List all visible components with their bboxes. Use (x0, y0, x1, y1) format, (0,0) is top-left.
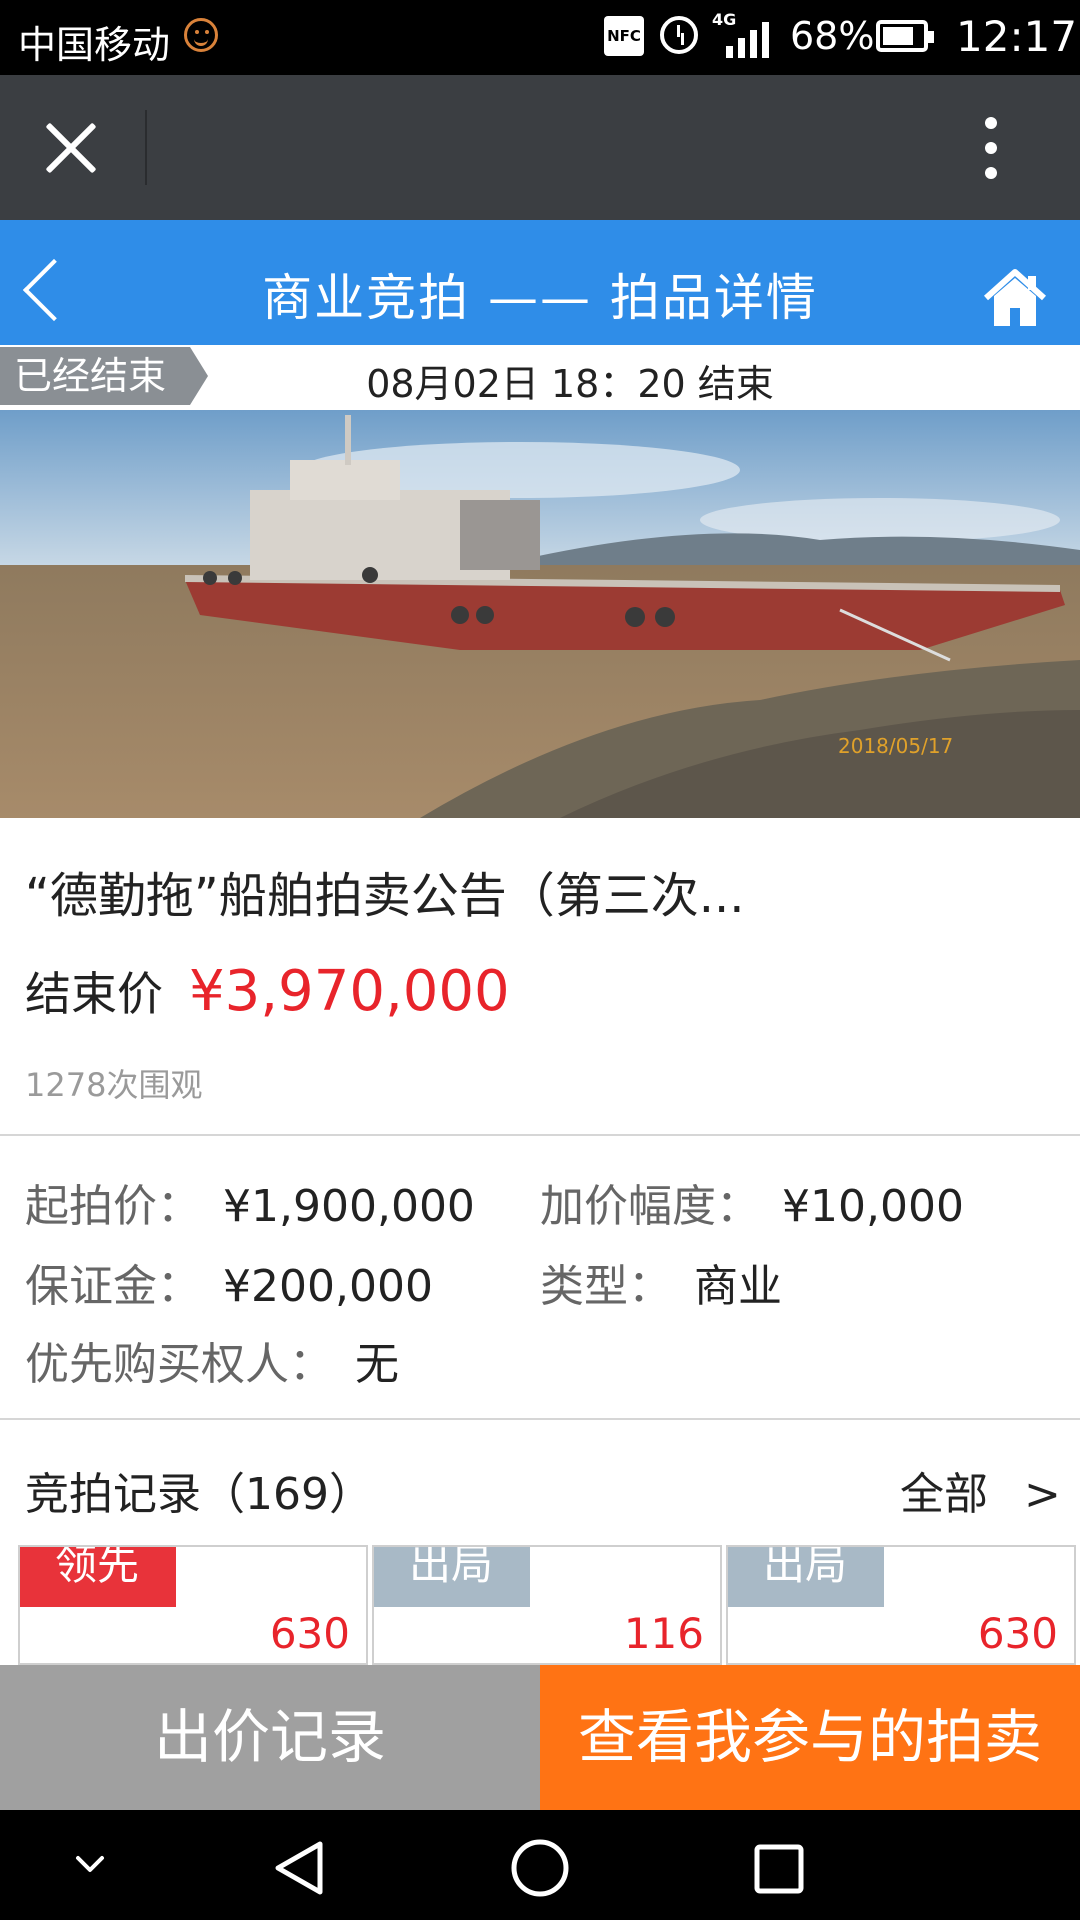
page-title: 商业竞拍 —— 拍品详情 (262, 269, 818, 327)
recents-nav-icon[interactable] (754, 1844, 804, 1894)
type-value: 商业 (694, 1261, 782, 1312)
bid-status-badge: 出局 (374, 1547, 530, 1607)
browser-toolbar (0, 75, 1080, 220)
clock: 12:17 (956, 12, 1078, 61)
divider (0, 1418, 1080, 1420)
item-photo[interactable]: 2018/05/17 (0, 410, 1080, 818)
start-price-label: 起拍价： (25, 1181, 201, 1232)
view-all-link[interactable]: 全部 > (900, 1458, 1061, 1522)
page-header: 商业竞拍 —— 拍品详情 (0, 220, 1080, 345)
battery-icon (876, 20, 934, 52)
system-nav-bar (0, 1810, 1080, 1920)
signal-icon (716, 20, 774, 58)
deposit: 保证金： ¥200,000 (25, 1250, 433, 1314)
bid-record-card[interactable]: 出局 630 (726, 1545, 1076, 1665)
deposit-value: ¥200,000 (223, 1261, 433, 1312)
bid-status-badge: 出局 (728, 1547, 884, 1607)
bidder-number: 116 (623, 1609, 704, 1658)
smiley-icon (184, 18, 218, 52)
more-menu-icon[interactable] (985, 117, 997, 179)
photo-date-stamp: 2018/05/17 (838, 734, 953, 758)
end-time: 08月02日 18：20 结束 (366, 362, 774, 406)
auction-type: 类型： 商业 (540, 1250, 782, 1314)
bid-record-card[interactable]: 出局 116 (372, 1545, 722, 1665)
priority-value: 无 (355, 1339, 399, 1390)
bid-history-button[interactable]: 出价记录 (0, 1665, 540, 1810)
final-price: ¥3,970,000 (189, 958, 510, 1024)
status-bar: 中国移动 NFC 4G 68% 12:17 (0, 0, 1080, 75)
carrier-name: 中国移动 (18, 23, 171, 67)
deposit-label: 保证金： (25, 1261, 201, 1312)
nfc-icon: NFC (604, 16, 644, 56)
back-nav-icon[interactable] (275, 1841, 323, 1895)
my-auctions-button[interactable]: 查看我参与的拍卖 (540, 1665, 1080, 1810)
home-icon[interactable] (982, 268, 1048, 328)
bid-increment: 加价幅度： ¥10,000 (540, 1170, 964, 1234)
price-label: 结束价 (25, 967, 163, 1021)
bid-records-title: 竞拍记录（169） (25, 1469, 373, 1520)
type-label: 类型： (540, 1261, 672, 1312)
auction-status-row: 已经结束 08月02日 18：20 结束 (0, 345, 1080, 410)
item-title: “德勤拖”船舶拍卖公告（第三次... (25, 868, 745, 924)
increment-label: 加价幅度： (540, 1181, 760, 1232)
bidder-number: 630 (977, 1609, 1058, 1658)
view-all-label: 全部 (900, 1469, 988, 1520)
divider (0, 1134, 1080, 1136)
start-price: 起拍价： ¥1,900,000 (25, 1170, 475, 1234)
increment-value: ¥10,000 (782, 1181, 964, 1232)
toolbar-divider (145, 110, 147, 185)
bid-record-card[interactable]: 领先 630 (18, 1545, 368, 1665)
home-nav-icon[interactable] (511, 1839, 569, 1897)
hide-keyboard-icon[interactable] (76, 1856, 104, 1872)
final-price-row: 结束价 ¥3,970,000 (25, 958, 510, 1024)
priority-label: 优先购买权人： (25, 1339, 333, 1390)
bidder-number: 630 (269, 1609, 350, 1658)
priority-buyer: 优先购买权人： 无 (25, 1328, 399, 1392)
alarm-icon (660, 16, 698, 54)
close-icon[interactable] (40, 117, 102, 179)
bid-status-badge: 领先 (20, 1547, 176, 1607)
view-count: 1278次围观 (25, 1066, 203, 1104)
start-price-value: ¥1,900,000 (223, 1181, 475, 1232)
battery-percent: 68% (790, 14, 875, 58)
chevron-right-icon: > (1024, 1469, 1061, 1520)
